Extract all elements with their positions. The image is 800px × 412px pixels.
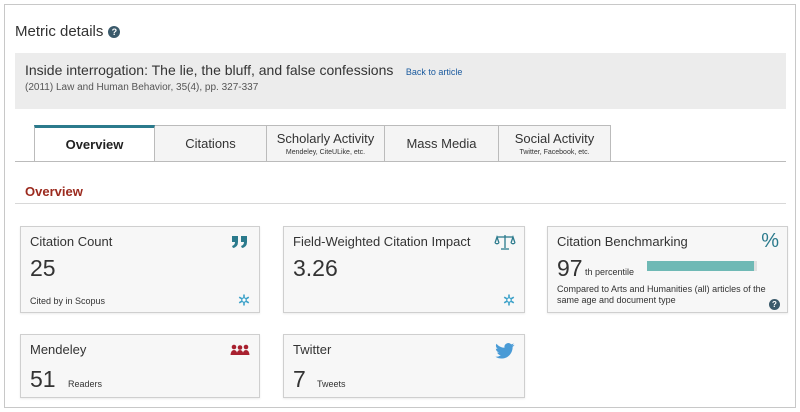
scopus-icon[interactable]	[503, 294, 515, 306]
mendeley-readers-unit: Readers	[68, 379, 103, 389]
benchmark-note: Compared to Arts and Humanities (all) ar…	[557, 284, 766, 305]
card-label: Citation Benchmarking	[557, 234, 688, 249]
tab-social-activity[interactable]: Social Activity Twitter, Facebook, etc.	[499, 125, 611, 162]
card-label: Mendeley	[30, 342, 87, 357]
citation-count-note: Cited by in Scopus	[30, 296, 106, 306]
tab-label: Mass Media	[406, 136, 477, 151]
metric-details-panel: Metric details ? Inside interrogation: T…	[4, 4, 796, 408]
benchmark-percentile-value: 97	[557, 255, 583, 281]
article-citation-meta: (2011) Law and Human Behavior, 35(4), pp…	[25, 82, 259, 93]
percent-icon: %	[761, 230, 779, 252]
citation-count-value: 25	[30, 255, 56, 281]
mendeley-card[interactable]: Mendeley 51 Readers	[20, 334, 260, 398]
citation-benchmarking-card[interactable]: Citation Benchmarking % 97 th percentile…	[547, 226, 788, 313]
balance-scale-icon	[494, 234, 516, 250]
tab-label: Social Activity	[514, 131, 595, 146]
card-label: Field-Weighted Citation Impact	[293, 234, 471, 249]
card-label: Citation Count	[30, 234, 113, 249]
mendeley-readers-value: 51	[30, 366, 56, 392]
metric-tabs: Overview Citations Scholarly Activity Me…	[34, 125, 611, 162]
tab-divider	[15, 161, 786, 162]
tab-overview[interactable]: Overview	[34, 125, 155, 162]
benchmark-percentile-suffix: th percentile	[585, 267, 635, 277]
benchmark-progress-fill	[647, 261, 754, 271]
benchmark-progress-bar	[647, 261, 757, 271]
tab-citations[interactable]: Citations	[155, 125, 267, 162]
quote-icon	[232, 236, 247, 248]
back-to-article-link[interactable]: Back to article	[406, 67, 463, 77]
fwci-value: 3.26	[293, 255, 338, 281]
tab-mass-media[interactable]: Mass Media	[385, 125, 499, 162]
section-divider	[15, 203, 786, 204]
page-title-text: Metric details	[15, 23, 104, 40]
card-label: Twitter	[293, 342, 332, 357]
twitter-tweets-unit: Tweets	[317, 379, 346, 389]
tab-sublabel: Twitter, Facebook, etc.	[519, 149, 590, 156]
question-circle-icon[interactable]: ?	[108, 25, 121, 38]
mendeley-icon	[230, 344, 250, 355]
tab-sublabel: Mendeley, CiteULike, etc.	[285, 149, 366, 156]
article-header: Inside interrogation: The lie, the bluff…	[15, 53, 786, 109]
section-title: Overview	[25, 184, 83, 199]
tab-label: Scholarly Activity	[276, 131, 375, 146]
tab-label: Overview	[65, 137, 124, 152]
twitter-tweets-value: 7	[293, 366, 306, 392]
twitter-bird-icon	[495, 343, 515, 359]
question-circle-icon[interactable]: ?	[769, 299, 780, 310]
article-title: Inside interrogation: The lie, the bluff…	[25, 62, 394, 78]
page-title: Metric details ?	[15, 23, 121, 40]
tab-label: Citations	[185, 136, 236, 151]
tab-scholarly-activity[interactable]: Scholarly Activity Mendeley, CiteULike, …	[267, 125, 385, 162]
twitter-card[interactable]: Twitter 7 Tweets	[283, 334, 525, 398]
fwci-card[interactable]: Field-Weighted Citation Impact 3.26	[283, 226, 525, 313]
scopus-icon[interactable]	[238, 294, 250, 306]
citation-count-card[interactable]: Citation Count 25 Cited by in Scopus	[20, 226, 260, 313]
